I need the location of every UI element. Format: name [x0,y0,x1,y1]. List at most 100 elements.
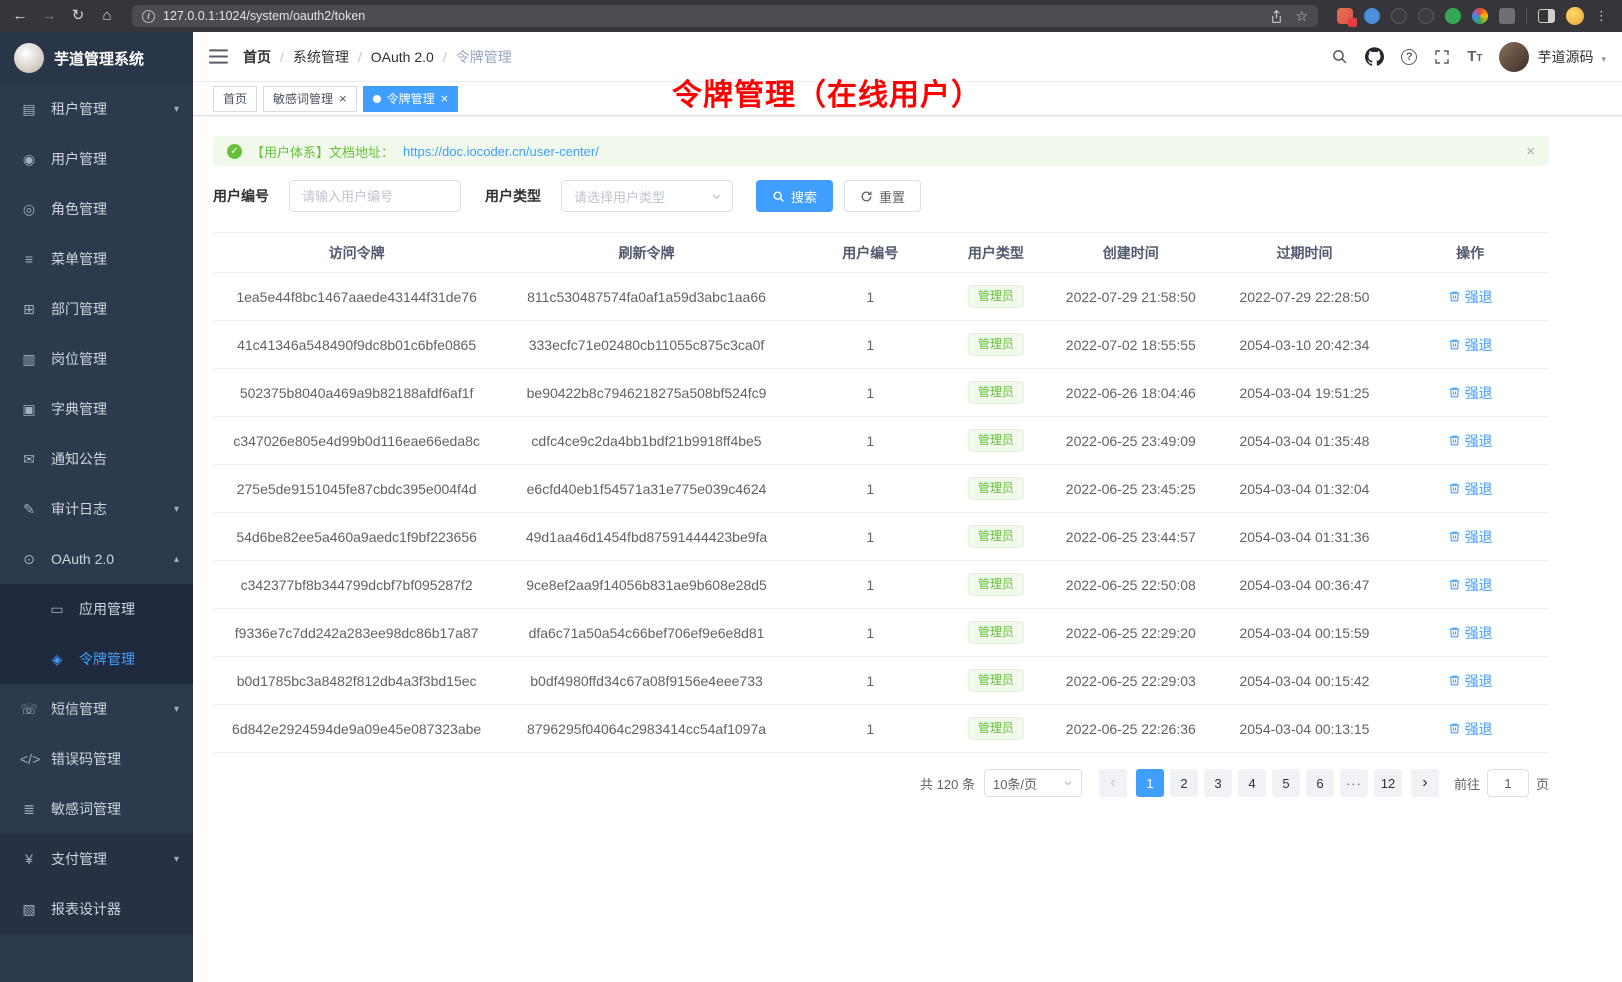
help-icon[interactable]: ? [1401,49,1417,65]
action-cell: 强退 [1391,321,1549,369]
tab-token[interactable]: 令牌管理× [363,86,459,112]
page-button-2[interactable]: 2 [1170,769,1198,797]
close-icon[interactable]: × [339,92,347,105]
sidebar-item-user[interactable]: ◉用户管理 [0,134,193,184]
github-icon[interactable] [1365,47,1384,66]
browser-back-icon[interactable]: ← [10,0,30,32]
sidebar-item-notice[interactable]: ✉通知公告 [0,434,193,484]
extension-icon[interactable] [1472,8,1488,24]
extension-icon[interactable] [1391,8,1407,24]
sidebar-item-report[interactable]: ▧报表设计器 [0,884,193,934]
pages-more-button[interactable]: ··· [1340,769,1368,797]
browser-forward-icon[interactable]: → [39,0,59,32]
sidebar-item-label: 应用管理 [79,599,135,619]
browser-profile-avatar[interactable] [1566,7,1584,25]
force-logout-button[interactable]: 强退 [1448,287,1493,307]
doc-link[interactable]: https://doc.iocoder.cn/user-center/ [403,144,599,159]
user-name: 芋道源码 [1537,47,1593,67]
side-panel-icon[interactable] [1538,9,1555,23]
share-icon[interactable] [1270,9,1283,24]
action-cell: 强退 [1391,609,1549,657]
force-logout-button[interactable]: 强退 [1448,575,1493,595]
notice-icon: ✉ [20,451,38,468]
page-button-1[interactable]: 1 [1136,769,1164,797]
force-logout-button[interactable]: 强退 [1448,383,1493,403]
extension-icon[interactable] [1337,8,1353,24]
breadcrumb-item[interactable]: 首页 [243,47,271,67]
force-logout-label: 强退 [1465,431,1493,451]
extensions-row: ⋮ [1333,7,1612,25]
sidebar-item-error-code[interactable]: </>错误码管理 [0,734,193,784]
force-logout-button[interactable]: 强退 [1448,623,1493,643]
breadcrumb-item: 令牌管理 [456,47,512,67]
sidebar-item-sensitive-word[interactable]: ≣敏感词管理 [0,784,193,834]
sidebar-item-audit-log[interactable]: ✎审计日志▾ [0,484,193,534]
page-content: ✓ 【用户体系】文档地址： https://doc.iocoder.cn/use… [193,116,1622,982]
sidebar-item-oauth2-token[interactable]: ◈令牌管理 [0,634,193,684]
address-bar[interactable]: i 127.0.0.1:1024/system/oauth2/token ☆ [132,5,1318,27]
sidebar-item-oauth2-application[interactable]: ▭应用管理 [0,584,193,634]
breadcrumb-item[interactable]: 系统管理 [293,47,349,67]
extensions-puzzle-icon[interactable] [1499,8,1515,24]
force-logout-button[interactable]: 强退 [1448,431,1493,451]
delete-icon [1448,290,1461,303]
sidebar-item-dict[interactable]: ▣字典管理 [0,384,193,434]
sidebar-item-menu[interactable]: ≡菜单管理 [0,234,193,284]
search-button-label: 搜索 [791,187,817,206]
browser-refresh-icon[interactable]: ↻ [68,0,88,32]
sidebar-item-pay[interactable]: ¥支付管理▾ [0,834,193,884]
access-token-cell: 1ea5e44f8bc1467aaede43144f31de76 [213,273,500,321]
sidebar-item-label: 敏感词管理 [51,799,121,819]
reset-button[interactable]: 重置 [844,180,921,212]
close-icon[interactable]: × [441,92,449,105]
search-button[interactable]: 搜索 [756,180,833,212]
expire-time-cell: 2054-03-04 01:32:04 [1218,465,1392,513]
user-type-tag: 管理员 [968,669,1024,693]
url-text: 127.0.0.1:1024/system/oauth2/token [163,9,365,23]
page-button-6[interactable]: 6 [1306,769,1334,797]
page-button-3[interactable]: 3 [1204,769,1232,797]
sidebar-item-sms[interactable]: ☏短信管理▾ [0,684,193,734]
sidebar-item-dept[interactable]: ⊞部门管理 [0,284,193,334]
sidebar-collapse-button[interactable] [209,48,228,65]
extension-icon[interactable] [1364,8,1380,24]
tab-home[interactable]: 首页 [213,86,257,112]
sidebar-item-role[interactable]: ◎角色管理 [0,184,193,234]
user-menu[interactable]: 芋道源码 ▾ [1499,42,1606,72]
force-logout-button[interactable]: 强退 [1448,671,1493,691]
page-button-5[interactable]: 5 [1272,769,1300,797]
prev-page-button[interactable]: ‹ [1099,769,1127,797]
breadcrumb-item[interactable]: OAuth 2.0 [371,49,434,65]
next-page-button[interactable]: › [1411,769,1439,797]
extension-icon[interactable] [1445,8,1461,24]
force-logout-button[interactable]: 强退 [1448,527,1493,547]
browser-home-icon[interactable]: ⌂ [97,0,117,32]
fullscreen-icon[interactable] [1434,49,1450,65]
page-size-select[interactable]: 10条/页 [984,769,1082,797]
force-logout-button[interactable]: 强退 [1448,335,1493,355]
column-header: 过期时间 [1218,233,1392,273]
force-logout-button[interactable]: 强退 [1448,719,1493,739]
menu-icon: ≡ [20,251,38,267]
table-row: 502375b8040a469a9b82188afdf6af1fbe90422b… [213,369,1549,417]
table-row: 54d6be82ee5a460a9aedc1f9bf22365649d1aa46… [213,513,1549,561]
close-icon[interactable]: × [1526,143,1535,160]
site-info-icon[interactable]: i [142,10,155,23]
font-size-icon[interactable]: TT [1467,49,1482,64]
jump-page-input[interactable] [1487,769,1529,797]
refresh-token-cell: 49d1aa46d1454fbd87591444423be9fa [500,513,793,561]
page-button-12[interactable]: 12 [1374,769,1402,797]
delete-icon [1448,530,1461,543]
user-type-select[interactable]: 请选择用户类型 [561,180,733,212]
force-logout-button[interactable]: 强退 [1448,479,1493,499]
browser-menu-icon[interactable]: ⋮ [1595,8,1608,24]
sidebar-item-tenant[interactable]: ▤租户管理▾ [0,84,193,134]
extension-icon[interactable] [1418,8,1434,24]
sidebar-item-oauth2[interactable]: ⊙OAuth 2.0▴ [0,534,193,584]
bookmark-star-icon[interactable]: ☆ [1295,8,1308,25]
sidebar-item-post[interactable]: ▥岗位管理 [0,334,193,384]
user-id-input[interactable] [289,180,461,212]
page-button-4[interactable]: 4 [1238,769,1266,797]
search-icon[interactable] [1331,48,1348,65]
tab-sensitive-word[interactable]: 敏感词管理× [263,86,357,112]
